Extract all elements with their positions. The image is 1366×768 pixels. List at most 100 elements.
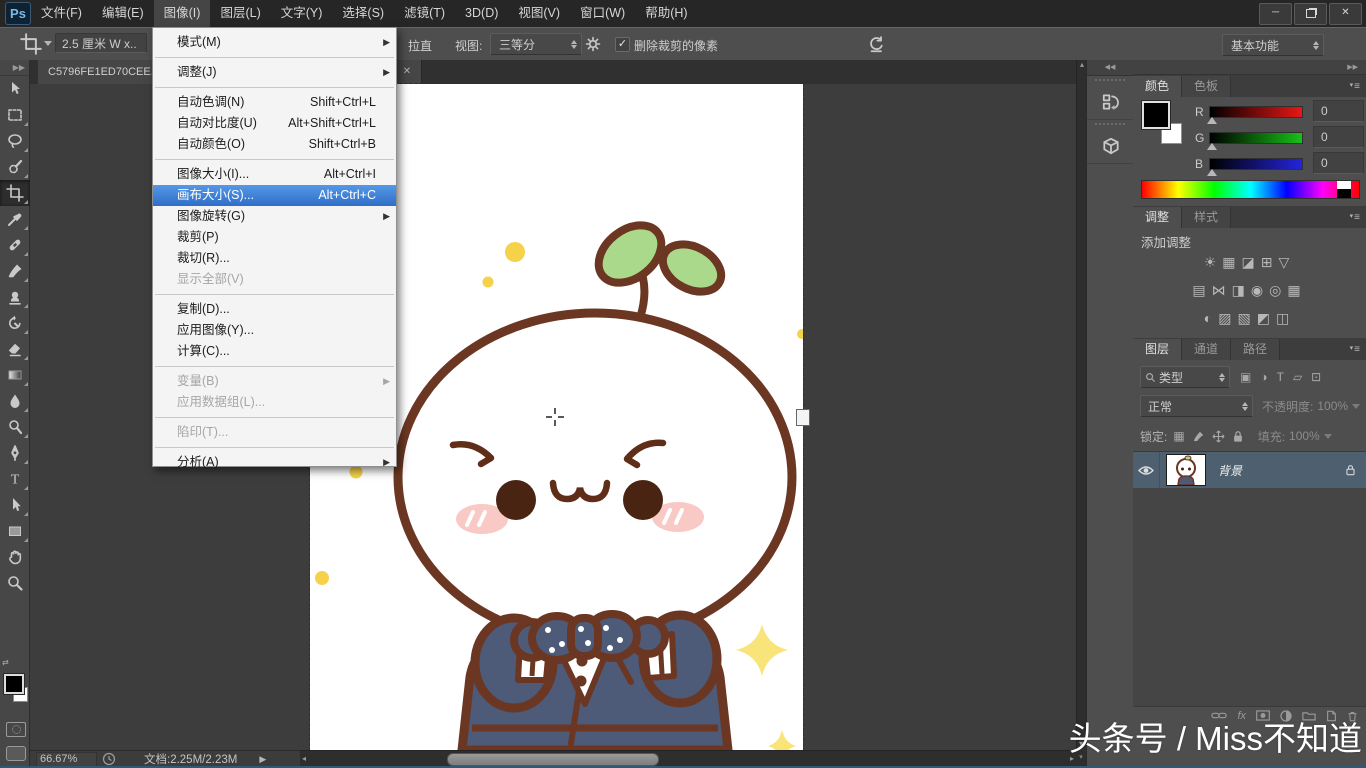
clone-stamp-tool[interactable] (0, 284, 30, 310)
panel-menu-icon[interactable]: ▾≡ (1350, 206, 1360, 228)
lock-all-icon[interactable] (1232, 430, 1244, 443)
expand-dock-icon[interactable]: ◀◀ (1087, 60, 1133, 76)
blue-slider[interactable] (1209, 158, 1303, 170)
green-slider[interactable] (1209, 132, 1303, 144)
tab-adjustments[interactable]: 调整 (1133, 207, 1182, 228)
levels-icon[interactable]: ▦ (1222, 254, 1241, 270)
channel-mixer-icon[interactable]: ◎ (1269, 282, 1287, 298)
black-white-icon[interactable]: ◨ (1232, 282, 1251, 298)
red-value-field[interactable]: 0 (1313, 100, 1364, 122)
layer-thumbnail[interactable] (1166, 454, 1206, 486)
menubar-item-file[interactable]: 文件(F) (31, 0, 92, 27)
panel-foreground-swatch[interactable] (1142, 101, 1170, 129)
tab-color[interactable]: 颜色 (1133, 76, 1182, 97)
menubar-item-type[interactable]: 文字(Y) (271, 0, 333, 27)
threshold-icon[interactable]: ▧ (1238, 310, 1257, 326)
panel-menu-icon[interactable]: ▾≡ (1350, 338, 1360, 360)
color-spectrum-ramp[interactable] (1141, 180, 1360, 199)
blue-slider-thumb[interactable] (1207, 169, 1217, 176)
menu-item-mode[interactable]: 模式(M)▶ (153, 32, 396, 53)
menu-item-calculations[interactable]: 计算(C)... (153, 341, 396, 362)
tab-layers[interactable]: 图层 (1133, 339, 1182, 360)
menu-item-trim[interactable]: 裁切(R)... (153, 248, 396, 269)
menu-item-auto-tone[interactable]: 自动色调(N)Shift+Ctrl+L (153, 92, 396, 113)
foreground-color-swatch[interactable] (4, 674, 24, 694)
minimize-button[interactable]: ─ (1259, 3, 1292, 25)
green-slider-thumb[interactable] (1207, 143, 1217, 150)
selective-color-icon[interactable]: ◫ (1276, 310, 1295, 326)
crop-tool[interactable] (0, 180, 30, 206)
hue-saturation-icon[interactable]: ▤ (1192, 282, 1211, 298)
invert-icon[interactable]: ◐ (1204, 310, 1218, 326)
fill-caret[interactable] (1324, 434, 1332, 439)
opacity-value[interactable]: 100% (1317, 399, 1348, 413)
toolbar-collapse-icon[interactable]: ▶▶ (0, 60, 29, 76)
curves-icon[interactable]: ◪ (1242, 254, 1261, 270)
crop-settings-gear-icon[interactable] (584, 35, 602, 53)
panel-menu-icon[interactable]: ▾≡ (1350, 75, 1360, 97)
history-panel-icon[interactable] (1087, 85, 1134, 120)
filter-adjustment-layers-icon[interactable]: ◑ (1260, 370, 1267, 384)
blend-mode-select[interactable]: 正常 (1140, 395, 1253, 417)
menu-item-canvas-size[interactable]: 画布大小(S)...Alt+Ctrl+C (153, 185, 396, 206)
red-slider-thumb[interactable] (1207, 117, 1217, 124)
restore-button[interactable] (1294, 3, 1327, 25)
tab-paths[interactable]: 路径 (1231, 339, 1280, 360)
vibrance-icon[interactable]: ▽ (1278, 254, 1295, 270)
lasso-tool[interactable] (0, 128, 30, 154)
blue-value-field[interactable]: 0 (1313, 152, 1364, 174)
crop-tool-options-icon[interactable] (20, 33, 42, 55)
menu-item-auto-color[interactable]: 自动颜色(O)Shift+Ctrl+B (153, 134, 396, 155)
path-selection-tool[interactable] (0, 492, 30, 518)
menu-item-analysis[interactable]: 分析(A)▶ (153, 452, 396, 473)
menubar-item-edit[interactable]: 编辑(E) (92, 0, 154, 27)
gradient-map-icon[interactable]: ◩ (1257, 310, 1276, 326)
type-tool[interactable]: T (0, 466, 30, 492)
brush-tool[interactable] (0, 258, 30, 284)
crop-ratio-field[interactable]: 2.5 厘米 W x.. (55, 33, 147, 53)
quick-selection-tool[interactable] (0, 154, 30, 180)
opacity-caret[interactable] (1352, 404, 1360, 409)
history-brush-tool[interactable] (0, 310, 30, 336)
swap-colors-icon[interactable]: ⇄ (2, 658, 9, 667)
filter-shape-layers-icon[interactable]: ▱ (1293, 370, 1302, 384)
menubar-item-help[interactable]: 帮助(H) (635, 0, 697, 27)
filter-smart-objects-icon[interactable]: ⊡ (1311, 370, 1321, 384)
layer-visibility-cell[interactable] (1133, 452, 1160, 488)
spectrum-black-swatch[interactable] (1337, 189, 1351, 198)
pen-tool[interactable] (0, 440, 30, 466)
green-value-field[interactable]: 0 (1313, 126, 1364, 148)
menu-item-image-rotation[interactable]: 图像旋转(G)▶ (153, 206, 396, 227)
close-button[interactable]: ✕ (1329, 3, 1362, 25)
brightness-contrast-icon[interactable]: ☀ (1204, 254, 1223, 270)
delete-cropped-pixels-checkbox[interactable]: ✓ (615, 37, 630, 52)
crop-edge-handle[interactable] (796, 409, 810, 426)
menu-item-image-size[interactable]: 图像大小(I)...Alt+Ctrl+I (153, 164, 396, 185)
filter-type-layers-icon[interactable]: T (1277, 370, 1284, 384)
menubar-item-layer[interactable]: 图层(L) (210, 0, 270, 27)
tab-styles[interactable]: 样式 (1182, 207, 1231, 228)
menu-item-duplicate[interactable]: 复制(D)... (153, 299, 396, 320)
photo-filter-icon[interactable]: ◉ (1251, 282, 1269, 298)
workspace-select[interactable]: 基本功能 (1222, 34, 1324, 56)
spot-healing-brush-tool[interactable] (0, 232, 30, 258)
rectangular-marquee-tool[interactable] (0, 102, 30, 128)
view-overlay-select[interactable]: 三等分 (490, 33, 582, 55)
reset-crop-icon[interactable] (866, 34, 886, 54)
tab-close-icon[interactable]: ✕ (400, 65, 414, 79)
crop-preset-caret[interactable] (44, 41, 52, 46)
gradient-tool[interactable] (0, 362, 30, 388)
eyedropper-tool[interactable] (0, 206, 30, 232)
straighten-button[interactable]: 拉直 (408, 37, 432, 54)
filter-kind-select[interactable]: 类型 (1140, 366, 1230, 388)
eraser-tool[interactable] (0, 336, 30, 362)
menu-item-apply-image[interactable]: 应用图像(Y)... (153, 320, 396, 341)
move-tool[interactable] (0, 76, 30, 102)
spectrum-white-swatch[interactable] (1337, 181, 1351, 189)
menubar-item-select[interactable]: 选择(S) (332, 0, 394, 27)
menubar-item-filter[interactable]: 滤镜(T) (394, 0, 455, 27)
menubar-item-3d[interactable]: 3D(D) (455, 0, 508, 27)
red-slider[interactable] (1209, 106, 1303, 118)
filter-pixel-layers-icon[interactable]: ▣ (1240, 370, 1251, 384)
lock-pixels-icon[interactable] (1192, 430, 1205, 443)
